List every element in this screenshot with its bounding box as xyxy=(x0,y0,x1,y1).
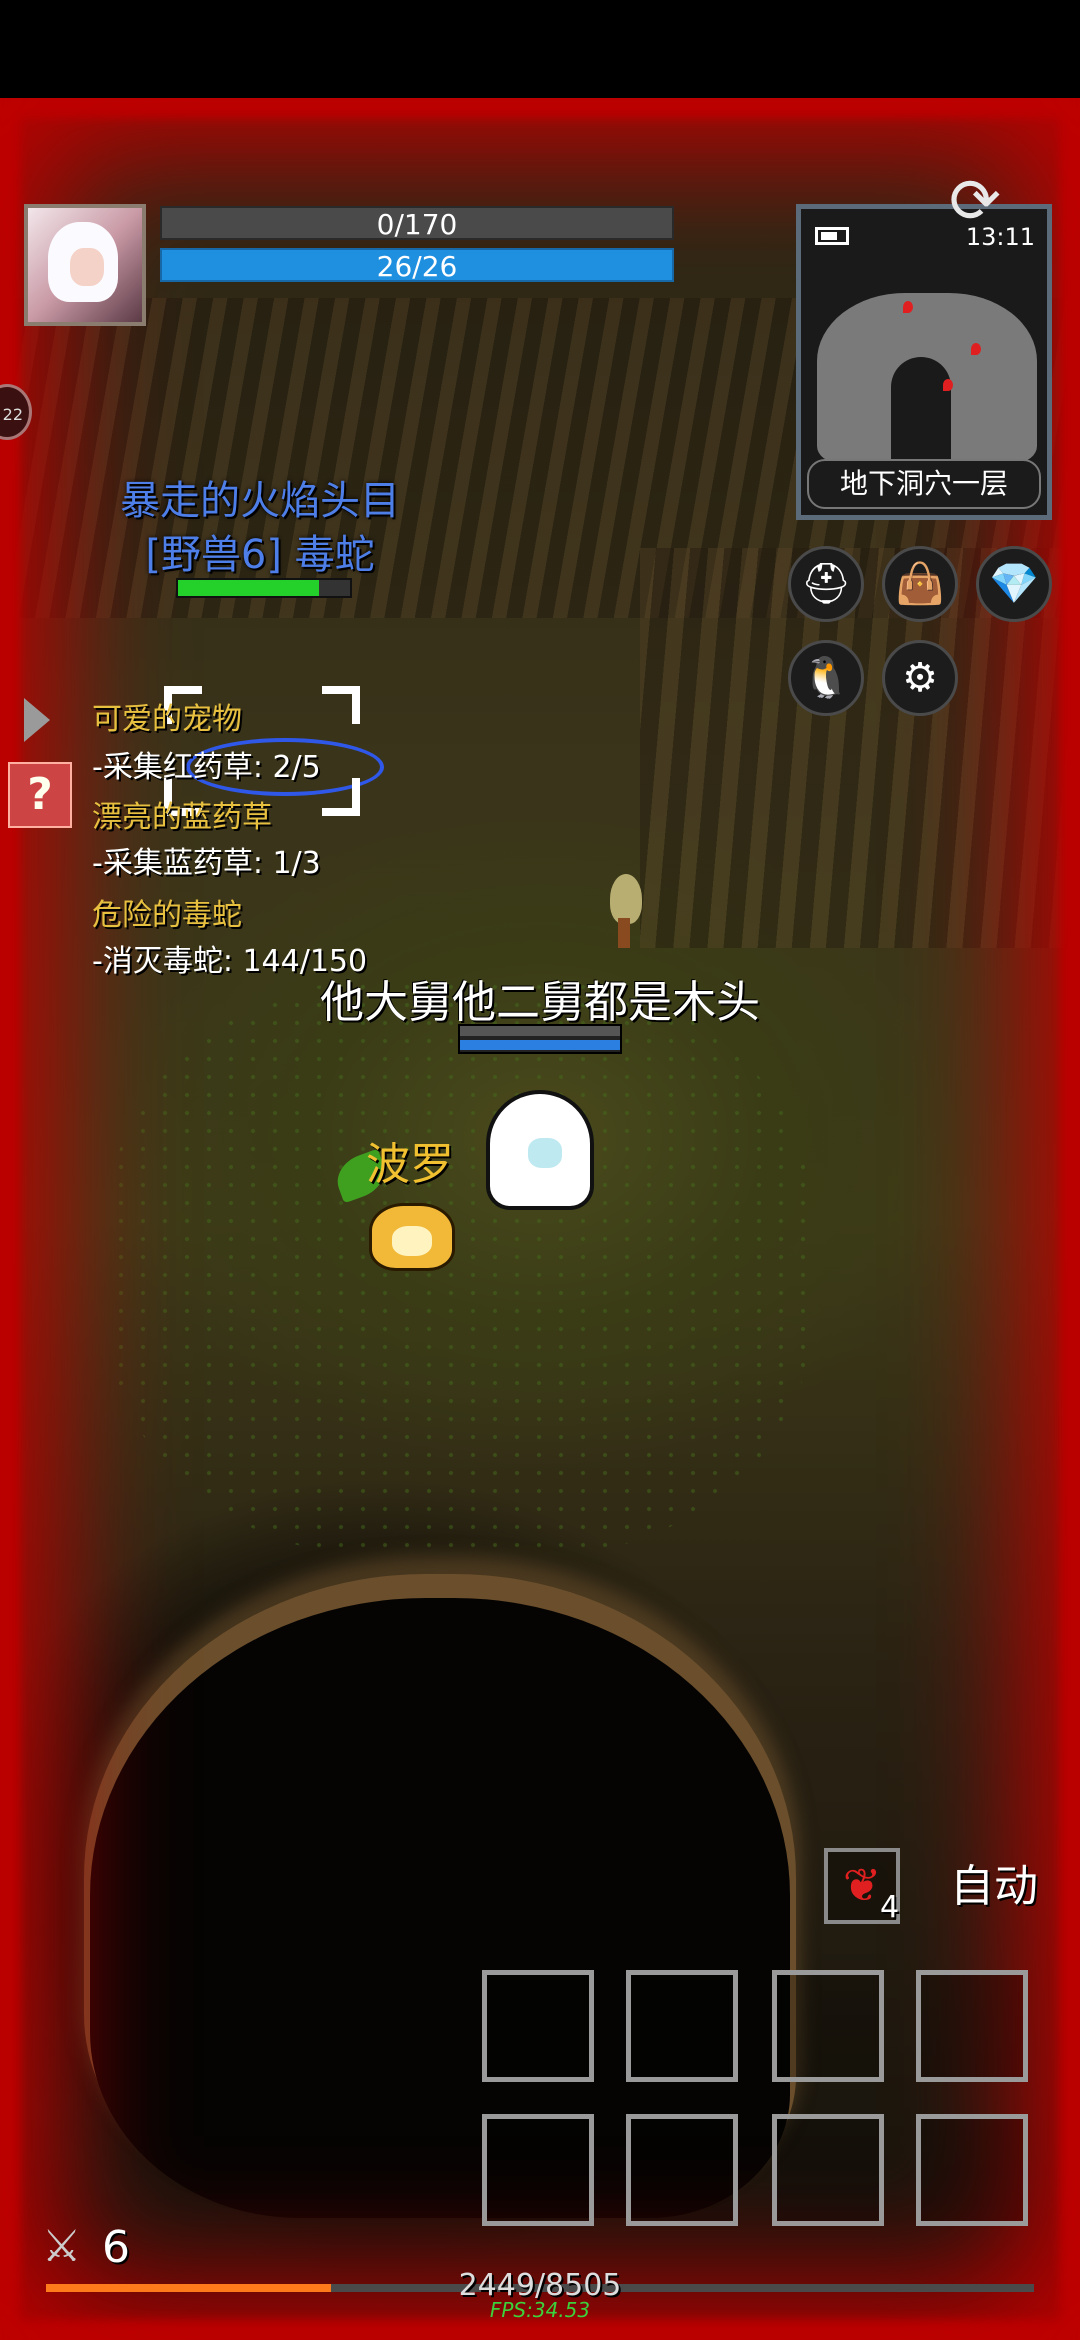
skill-slot[interactable] xyxy=(626,2114,738,2226)
mp-bar: 26/26 xyxy=(160,248,674,283)
red-herb-icon: ❦ xyxy=(842,1858,882,1912)
map-marker-icon xyxy=(971,343,981,355)
skill-slot[interactable] xyxy=(482,2114,594,2226)
player-name: 他大舅他二舅都是木头 xyxy=(320,977,760,1028)
player-overhead-bar xyxy=(458,1024,622,1054)
helmet-icon[interactable]: ⛑ xyxy=(788,546,864,622)
battery-icon xyxy=(815,227,849,245)
quest-detail: -采集红药草: 2/5 xyxy=(92,750,321,785)
skill-slot[interactable] xyxy=(916,1970,1028,2082)
player-level: 6 xyxy=(102,2222,130,2273)
skill-slot[interactable] xyxy=(772,2114,884,2226)
gear-icon[interactable]: ⚙ xyxy=(882,640,958,716)
quest-title[interactable]: 可爱的宠物 xyxy=(92,694,242,738)
skill-slot[interactable] xyxy=(916,2114,1028,2226)
enemy-name: [野兽6] 毒蛇 xyxy=(145,532,375,578)
crystal-icon[interactable]: 💎 xyxy=(976,546,1052,622)
quest-toggle-button[interactable]: ? xyxy=(8,762,72,828)
map-marker-icon xyxy=(903,301,913,313)
torch xyxy=(604,874,644,954)
pet-name: 波罗 xyxy=(366,1139,454,1190)
skill-slot[interactable] xyxy=(626,1970,738,2082)
hp-bar: 0/170 xyxy=(160,206,674,241)
grass-patch xyxy=(110,978,810,1558)
player-avatar[interactable] xyxy=(24,204,146,326)
expand-arrow-icon[interactable] xyxy=(24,698,50,742)
character-icon[interactable]: 🐧 xyxy=(788,640,864,716)
map-marker-icon xyxy=(943,379,953,391)
skill-slot[interactable] xyxy=(482,1970,594,2082)
floor-name: 地下洞穴一层 xyxy=(807,459,1041,509)
quest-detail: -采集蓝药草: 1/3 xyxy=(92,846,321,881)
pet-character[interactable] xyxy=(372,1206,452,1268)
enemy-hp-bar xyxy=(176,578,352,598)
fps-counter: FPS:34.53 xyxy=(489,2298,591,2322)
minimap[interactable]: 13:11 地下洞穴一层 xyxy=(796,204,1052,520)
auto-button[interactable]: 自动 xyxy=(950,1850,1040,1920)
skill-slot[interactable] xyxy=(772,1970,884,2082)
refresh-icon[interactable]: ⟳ xyxy=(940,166,1010,236)
crossed-swords-icon: ⚔ xyxy=(42,2221,82,2272)
quest-title[interactable]: 漂亮的蓝药草 xyxy=(92,792,272,836)
mp-text: 26/26 xyxy=(376,250,458,283)
bag-icon[interactable]: 👜 xyxy=(882,546,958,622)
hp-text: 0/170 xyxy=(376,208,458,241)
item-count: 4 xyxy=(880,1890,900,1925)
player-character[interactable] xyxy=(490,1094,590,1206)
enemy-title: 暴走的火焰头目 xyxy=(120,478,400,524)
quest-title[interactable]: 危险的毒蛇 xyxy=(92,890,242,934)
